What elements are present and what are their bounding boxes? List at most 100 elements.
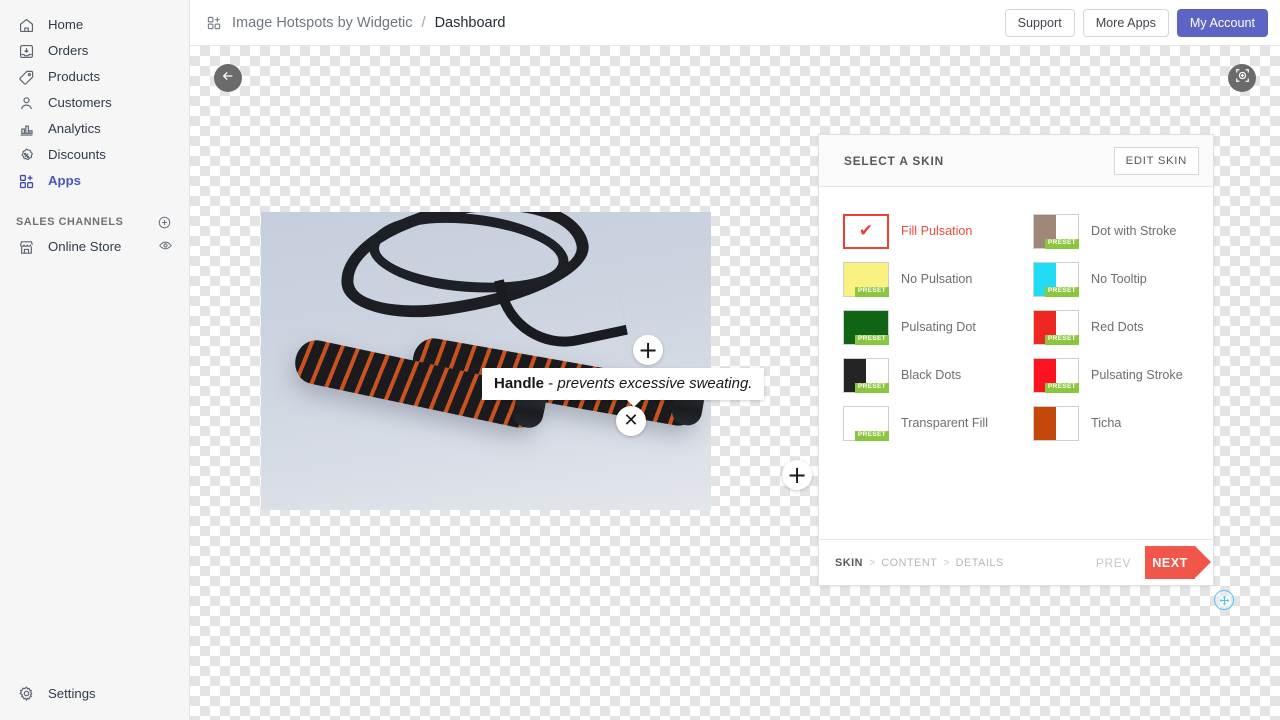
panel-title: SELECT A SKIN [844,153,944,168]
orders-icon [16,41,36,61]
skin-swatch: ✔ [843,213,889,249]
select-skin-panel: SELECT A SKIN EDIT SKIN ✔ Fill Pulsation… [818,134,1214,586]
gear-icon [16,683,36,703]
skin-option-pulsating-dot[interactable]: PRESET Pulsating Dot [833,303,1023,351]
hotspot-marker-top[interactable]: + [633,335,663,365]
skin-option-dot-with-stroke[interactable]: PRESET Dot with Stroke [1023,207,1213,255]
back-button[interactable] [214,64,242,92]
sidebar-item-apps[interactable]: Apps [8,168,181,194]
sidebar-item-products[interactable]: Products [8,64,181,90]
edit-skin-button[interactable]: EDIT SKIN [1113,146,1199,175]
skin-option-transparent-fill[interactable]: PRESET Transparent Fill [833,399,1023,447]
tooltip-dash: - [544,375,558,392]
skin-option-red-dots[interactable]: PRESET Red Dots [1023,303,1213,351]
plus-circle-icon[interactable] [155,213,173,231]
sidebar-item-label: Discounts [48,147,106,163]
wizard-steps: SKIN > CONTENT > DETAILS [835,557,1096,569]
skin-label: Ticha [1091,416,1122,430]
prev-button[interactable]: PREV [1096,556,1145,570]
tooltip-title: Handle [494,375,545,392]
discounts-icon [16,145,36,165]
customers-icon [16,93,36,113]
eye-icon[interactable] [158,238,173,256]
panel-footer: SKIN > CONTENT > DETAILS PREV NEXT [819,539,1213,585]
sidebar-item-orders[interactable]: Orders [8,38,181,64]
skin-option-no-tooltip[interactable]: PRESET No Tooltip [1023,255,1213,303]
products-tag-icon [16,67,36,87]
skin-swatch: PRESET [843,261,889,297]
next-button[interactable]: NEXT [1145,546,1211,579]
preset-badge: PRESET [854,382,889,393]
preset-badge: PRESET [854,286,889,297]
skin-option-ticha[interactable]: Ticha [1023,399,1213,447]
skin-label: No Pulsation [901,272,973,286]
skin-label: Dot with Stroke [1091,224,1177,238]
preset-badge: PRESET [854,334,889,345]
skin-label: Fill Pulsation [901,224,973,238]
sidebar-item-home[interactable]: Home [8,12,181,38]
preset-badge: PRESET [1044,286,1079,297]
skin-option-pulsating-stroke[interactable]: PRESET Pulsating Stroke [1023,351,1213,399]
support-button[interactable]: Support [1004,8,1075,37]
sidebar-item-label: Settings [48,685,96,701]
plus-icon: + [637,336,659,364]
step-skin[interactable]: SKIN [835,557,863,569]
editor-canvas: + Handle - prevents excessive sweating. … [190,46,1280,720]
skin-label: Transparent Fill [901,416,989,430]
skin-swatch: PRESET [1033,309,1079,345]
frame-plus-icon [1234,67,1251,89]
skin-swatch: PRESET [843,357,889,393]
sidebar-item-discounts[interactable]: Discounts [8,142,181,168]
step-content[interactable]: CONTENT [881,557,937,569]
sidebar-item-label: Products [48,69,101,85]
hotspot-marker-close[interactable]: ✕ [616,406,646,436]
app-root: Home Orders Products Customers Analytics… [0,0,1280,720]
skin-option-fill-pulsation[interactable]: ✔ Fill Pulsation [833,207,1023,255]
preset-badge: PRESET [1044,334,1079,345]
skin-label: Pulsating Dot [901,320,976,334]
topbar: Image Hotspots by Widgetic / Dashboard S… [190,0,1280,46]
analytics-bars-icon [16,119,36,139]
breadcrumb-app-name[interactable]: Image Hotspots by Widgetic [232,15,413,31]
preset-badge: PRESET [1044,382,1079,393]
breadcrumb-separator: / [421,14,426,31]
arrow-left-icon [220,68,236,89]
step-separator: > [943,556,950,569]
hotspot-marker-bottom[interactable]: + [782,460,812,490]
skin-swatch: PRESET [843,309,889,345]
sidebar-item-label: Online Store [48,239,122,255]
sidebar-item-online-store[interactable]: Online Store [8,234,181,260]
skin-list: ✔ Fill Pulsation PRESET Dot with Stroke [819,187,1213,539]
storefront-icon [16,237,36,257]
sidebar-item-label: Home [48,17,84,33]
tooltip-text: prevents excessive sweating. [557,375,753,392]
skin-option-black-dots[interactable]: PRESET Black Dots [833,351,1023,399]
main-area: Image Hotspots by Widgetic / Dashboard S… [190,0,1280,720]
skin-option-no-pulsation[interactable]: PRESET No Pulsation [833,255,1023,303]
more-apps-button[interactable]: More Apps [1082,8,1169,37]
sidebar-item-label: Analytics [48,121,101,137]
skin-label: Red Dots [1091,320,1144,334]
step-separator: > [869,556,876,569]
add-hotspot-button[interactable] [1228,64,1256,92]
skin-swatch: PRESET [1033,213,1079,249]
check-icon: ✔ [858,221,874,241]
step-details[interactable]: DETAILS [956,557,1004,569]
preset-badge: PRESET [1044,238,1079,249]
move-plus-circle-icon[interactable] [1214,590,1234,610]
skin-swatch: PRESET [1033,261,1079,297]
apps-grid-plus-icon [16,171,36,191]
skin-swatch: PRESET [843,405,889,441]
sidebar-section-sales-channels: SALES CHANNELS [8,210,181,234]
skin-swatch: PRESET [1033,357,1079,393]
section-title: SALES CHANNELS [16,216,124,228]
sidebar-item-settings[interactable]: Settings [0,680,190,706]
sidebar: Home Orders Products Customers Analytics… [0,0,190,720]
sidebar-item-customers[interactable]: Customers [8,90,181,116]
preset-badge: PRESET [854,430,889,441]
sidebar-item-label: Customers [48,95,112,111]
my-account-button[interactable]: My Account [1176,8,1268,37]
sidebar-item-analytics[interactable]: Analytics [8,116,181,142]
skin-label: Pulsating Stroke [1091,368,1183,382]
